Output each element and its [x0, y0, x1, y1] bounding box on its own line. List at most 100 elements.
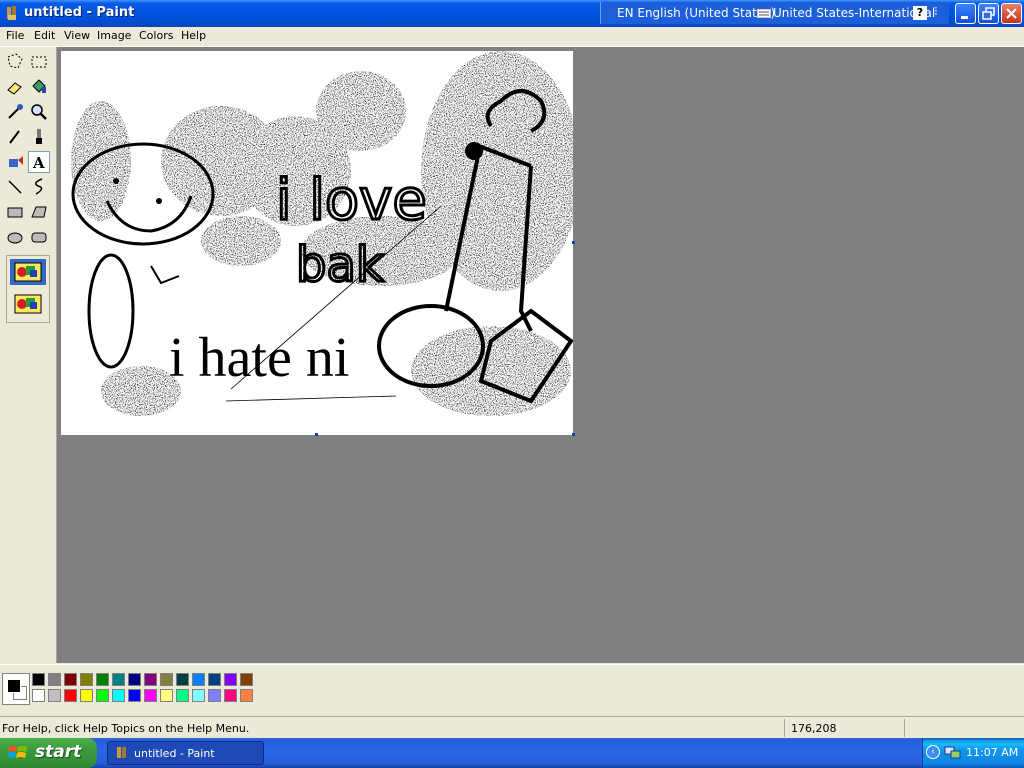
palette-swatch[interactable] — [224, 689, 237, 702]
palette-swatch[interactable] — [96, 689, 109, 702]
palette-swatch[interactable] — [240, 673, 253, 686]
palette-swatch[interactable] — [112, 673, 125, 686]
menu-file[interactable]: File — [6, 29, 24, 42]
palette-swatch[interactable] — [32, 673, 45, 686]
palette-swatch[interactable] — [128, 673, 141, 686]
canvas-drawing: i love bak i hate ni — [71, 51, 581, 416]
menu-colors[interactable]: Colors — [139, 29, 173, 42]
keyboard-layout-indicator[interactable]: United States-International — [773, 6, 935, 20]
language-bar: EN English (United States) United States… — [600, 2, 949, 24]
palette-swatch[interactable] — [224, 673, 237, 686]
tool-pencil[interactable] — [4, 126, 26, 148]
palette-swatch[interactable] — [32, 689, 45, 702]
langbar-options-icon[interactable]: ⁝ — [934, 4, 938, 18]
close-icon — [1006, 8, 1017, 19]
spray-area — [71, 101, 131, 221]
tool-ellipse[interactable] — [4, 226, 26, 248]
tool-select[interactable] — [28, 51, 50, 73]
network-icon[interactable] — [943, 744, 961, 760]
opaque-background-option[interactable] — [10, 259, 46, 285]
palette-swatch[interactable] — [192, 689, 205, 702]
palette-swatch[interactable] — [160, 689, 173, 702]
foreground-color-swatch[interactable] — [7, 679, 21, 693]
rect-select-icon — [31, 56, 47, 68]
menu-edit[interactable]: Edit — [34, 29, 55, 42]
palette-swatch[interactable] — [160, 673, 173, 686]
tool-fill[interactable] — [28, 76, 50, 98]
menu-bar: File Edit View Image Colors Help — [0, 27, 1024, 47]
taskbar-paint-label: untitled - Paint — [134, 747, 215, 760]
polygon-icon — [31, 206, 47, 218]
paint-task-icon — [117, 747, 126, 758]
palette-swatch[interactable] — [176, 689, 189, 702]
palette-swatch[interactable] — [48, 673, 61, 686]
workspace: i love bak i hate ni — [57, 47, 1024, 663]
tool-curve[interactable] — [28, 176, 50, 198]
opaque-icon — [14, 262, 42, 282]
palette-swatch[interactable] — [176, 673, 189, 686]
cursor-coordinates: 176,208 — [791, 722, 837, 735]
palette-swatch[interactable] — [48, 689, 61, 702]
curve-icon — [35, 178, 43, 195]
current-colors — [2, 673, 30, 705]
palette-swatch[interactable] — [64, 689, 77, 702]
clock[interactable]: 11:07 AM — [966, 746, 1018, 759]
tool-polygon[interactable] — [28, 201, 50, 223]
tool-eraser[interactable] — [4, 76, 26, 98]
tool-pick-color[interactable] — [4, 101, 26, 123]
palette-swatch[interactable] — [80, 673, 93, 686]
palette-swatch[interactable] — [192, 673, 205, 686]
toolbox: A — [0, 47, 57, 663]
language-indicator[interactable]: EN English (United States) — [617, 6, 775, 20]
system-tray: ‹ 11:07 AM — [922, 738, 1024, 768]
menu-view[interactable]: View — [64, 29, 90, 42]
minimize-button[interactable] — [955, 3, 976, 24]
tool-brush[interactable] — [28, 126, 50, 148]
taskbar: start untitled - Paint ‹ 11:07 AM — [0, 738, 1024, 768]
show-hidden-icons-button[interactable]: ‹ — [926, 745, 940, 759]
window-title: untitled - Paint — [24, 5, 135, 20]
palette-swatch[interactable] — [96, 673, 109, 686]
tool-line[interactable] — [4, 176, 26, 198]
palette-swatch[interactable] — [128, 689, 141, 702]
resize-handle-bottom[interactable] — [315, 433, 318, 436]
canvas-text-bak: bak — [296, 237, 384, 293]
palette-swatch[interactable] — [64, 673, 77, 686]
palette-swatch[interactable] — [112, 689, 125, 702]
palette-swatch[interactable] — [80, 689, 93, 702]
paint-app-icon[interactable] — [4, 5, 20, 21]
menu-image[interactable]: Image — [97, 29, 131, 42]
line-icon — [8, 180, 22, 194]
title-bar: untitled - Paint EN English (United Stat… — [0, 0, 1024, 27]
taskbar-paint-button[interactable]: untitled - Paint — [107, 741, 264, 765]
tool-rounded-rectangle[interactable] — [28, 226, 50, 248]
palette-swatch[interactable] — [208, 689, 221, 702]
tool-text[interactable]: A — [28, 151, 50, 173]
palette-swatch[interactable] — [144, 673, 157, 686]
menu-help[interactable]: Help — [181, 29, 206, 42]
tool-magnifier[interactable] — [28, 101, 50, 123]
maximize-button[interactable] — [978, 3, 999, 24]
close-button[interactable] — [1001, 3, 1022, 24]
palette-swatch[interactable] — [208, 673, 221, 686]
airbrush-icon — [9, 156, 23, 167]
drawing-canvas[interactable]: i love bak i hate ni — [61, 51, 581, 435]
resize-handle-corner[interactable] — [572, 433, 575, 436]
palette-swatch[interactable] — [144, 689, 157, 702]
canvas-text-hate: i hate ni — [169, 327, 349, 389]
resize-handle-right[interactable] — [572, 241, 575, 244]
status-divider — [784, 719, 785, 737]
tool-rectangle[interactable] — [4, 201, 26, 223]
tool-airbrush[interactable] — [4, 151, 26, 173]
transparent-background-option[interactable] — [10, 291, 46, 317]
status-bar: For Help, click Help Topics on the Help … — [0, 716, 1024, 739]
canvas-text-love: i love — [276, 168, 427, 233]
status-divider — [904, 719, 905, 737]
text-tool-icon: A — [32, 154, 45, 172]
palette-swatch[interactable] — [240, 689, 253, 702]
ellipse-icon — [7, 232, 23, 244]
help-icon[interactable]: ? — [913, 6, 927, 20]
free-form-select-icon — [7, 53, 23, 69]
tool-free-form-select[interactable] — [4, 51, 26, 73]
start-button[interactable]: start — [0, 738, 97, 768]
